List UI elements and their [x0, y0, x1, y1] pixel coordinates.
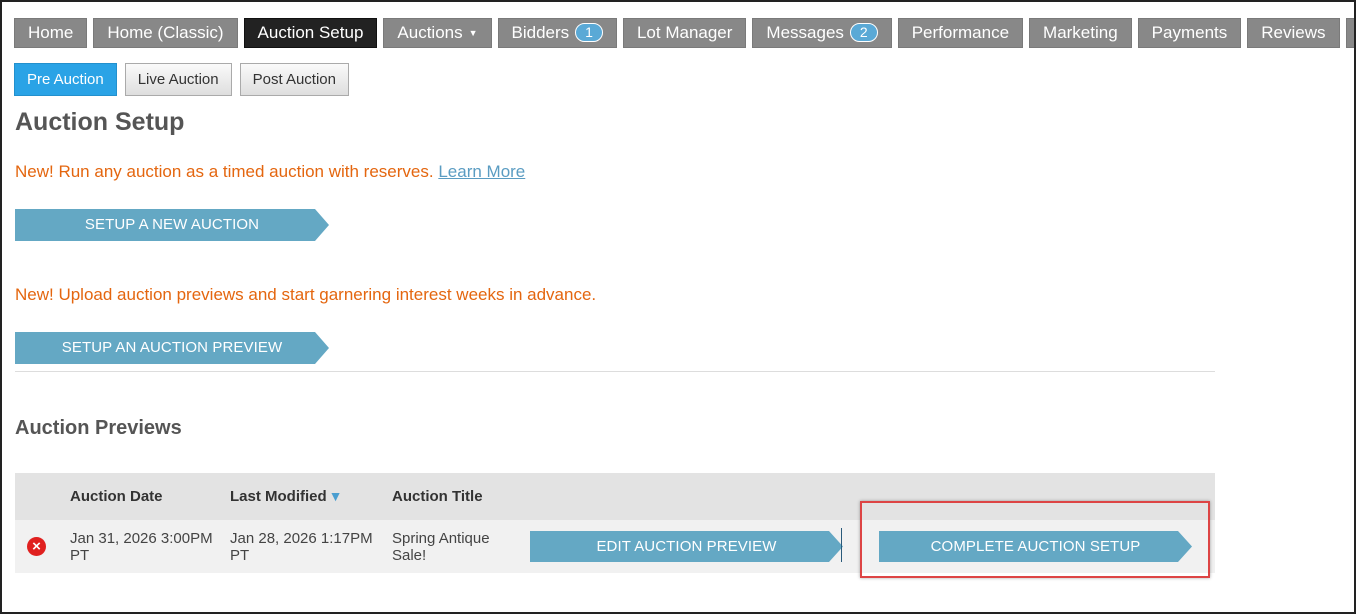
timed-auction-promo: New! Run any auction as a timed auction …	[15, 162, 525, 182]
tab-bidders[interactable]: Bidders 1	[497, 18, 617, 48]
setup-new-auction-button[interactable]: SETUP A NEW AUCTION	[15, 209, 329, 241]
column-header-auction-title[interactable]: Auction Title	[392, 488, 483, 505]
last-modified-cell: Jan 28, 2026 1:17PM PT	[230, 530, 373, 564]
tab-home-classic[interactable]: Home (Classic)	[93, 18, 238, 48]
app-window: Home Home (Classic) Auction Setup Auctions ▼…	[0, 0, 1356, 614]
last-modified-line1: Jan 28, 2026 1:17PM	[230, 530, 373, 547]
tab-bidders-label: Bidders	[511, 23, 570, 42]
tab-auction-setup[interactable]: Auction Setup	[243, 18, 378, 48]
tab-auctions[interactable]: Auctions ▼	[383, 18, 492, 48]
auction-title-cell: Spring Antique Sale!	[392, 530, 490, 564]
button-separator	[841, 528, 842, 562]
bidders-count-badge: 1	[575, 23, 603, 42]
auction-date-line1: Jan 31, 2026 3:00PM	[70, 530, 213, 547]
subtab-live-auction[interactable]: Live Auction	[124, 63, 232, 96]
last-modified-line2: PT	[230, 547, 250, 564]
tab-auctions-label: Auctions	[397, 23, 463, 42]
tab-performance[interactable]: Performance	[897, 18, 1024, 48]
auction-date-line2: PT	[70, 547, 90, 564]
preview-promo: New! Upload auction previews and start g…	[15, 285, 597, 304]
promo-text: New! Run any auction as a timed auction …	[15, 162, 434, 181]
sub-navigation: Pre Auction Live Auction Post Auction	[14, 63, 357, 96]
auction-date-cell: Jan 31, 2026 3:00PM PT	[70, 530, 213, 564]
column-header-last-modified[interactable]: Last Modified ▼	[230, 488, 343, 505]
tab-truncated[interactable]: C	[1345, 18, 1354, 48]
tab-messages[interactable]: Messages 2	[752, 18, 892, 48]
tab-marketing[interactable]: Marketing	[1029, 18, 1132, 48]
tab-lot-manager[interactable]: Lot Manager	[622, 18, 747, 48]
messages-count-badge: 2	[849, 23, 878, 42]
sort-descending-icon[interactable]: ▼	[329, 488, 343, 504]
tab-reviews[interactable]: Reviews	[1247, 18, 1340, 48]
subtab-post-auction[interactable]: Post Auction	[239, 63, 349, 96]
page-title: Auction Setup	[15, 108, 185, 136]
auction-title-line2: Sale!	[392, 547, 427, 564]
setup-auction-preview-button[interactable]: SETUP AN AUCTION PREVIEW	[15, 332, 329, 364]
edit-auction-preview-button[interactable]: EDIT AUCTION PREVIEW	[530, 531, 843, 562]
tab-home[interactable]: Home	[14, 18, 88, 48]
auction-previews-heading: Auction Previews	[15, 417, 182, 439]
tab-messages-label: Messages	[766, 23, 844, 42]
learn-more-link[interactable]: Learn More	[438, 162, 525, 181]
section-divider	[15, 371, 1215, 372]
tab-payments[interactable]: Payments	[1137, 18, 1242, 48]
column-header-auction-date[interactable]: Auction Date	[70, 488, 163, 505]
delete-icon[interactable]: ×	[27, 537, 46, 556]
highlight-box	[860, 501, 1210, 578]
top-navigation: Home Home (Classic) Auction Setup Auctions ▼…	[14, 18, 1354, 48]
subtab-pre-auction[interactable]: Pre Auction	[14, 63, 117, 96]
column-header-last-modified-label: Last Modified	[230, 488, 327, 505]
caret-down-icon: ▼	[468, 28, 478, 38]
auction-title-line1: Spring Antique	[392, 530, 490, 547]
